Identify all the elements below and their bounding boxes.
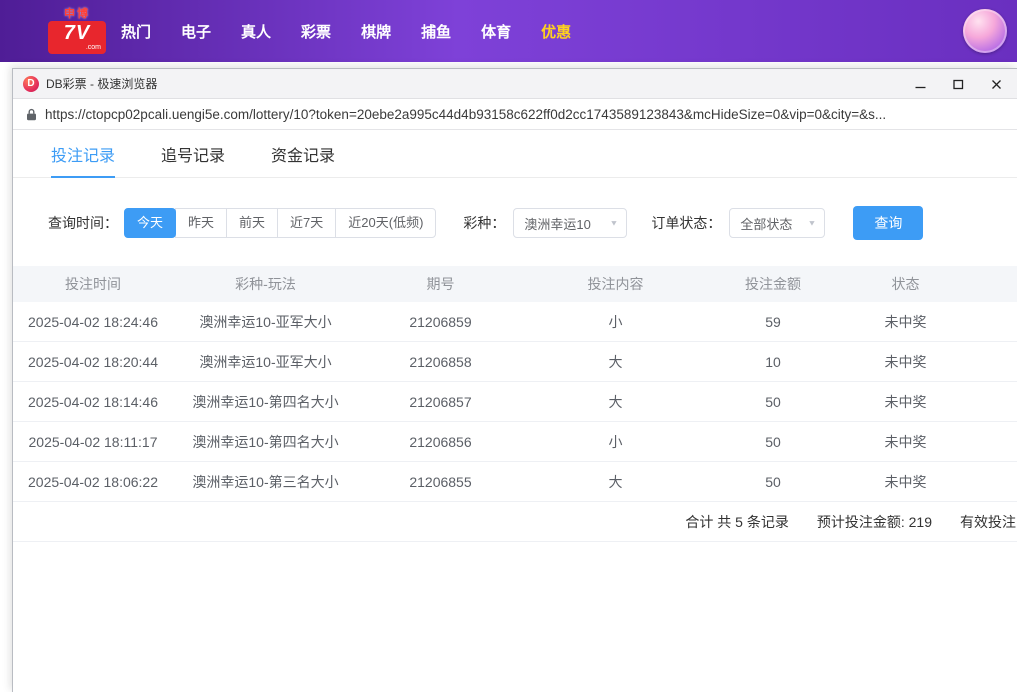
- tab-chase-records[interactable]: 追号记录: [161, 131, 225, 177]
- bet-status: 未中奖: [838, 432, 973, 452]
- nav-item-chess[interactable]: 棋牌: [352, 15, 400, 48]
- user-avatar[interactable]: [963, 9, 1007, 53]
- nav-item-sports[interactable]: 体育: [472, 15, 520, 48]
- table-summary-row: 合计 共 5 条记录 预计投注金额: 219 有效投注: [13, 502, 1017, 542]
- order-status-select[interactable]: 全部状态 ▼: [729, 208, 825, 238]
- bet-play: 澳洲幸运10-亚军大小: [173, 352, 358, 372]
- nav-item-slots[interactable]: 电子: [172, 15, 220, 48]
- lottery-select[interactable]: 澳洲幸运10 ▼: [513, 208, 627, 238]
- bet-amount: 50: [708, 394, 838, 410]
- filter-last-7days[interactable]: 近7天: [277, 208, 336, 238]
- bet-content: 大: [523, 352, 708, 372]
- bet-content: 大: [523, 472, 708, 492]
- bet-play: 澳洲幸运10-第三名大小: [173, 472, 358, 492]
- status-filter-label: 订单状态：: [651, 213, 721, 233]
- maximize-icon: [953, 79, 964, 90]
- bet-amount: 50: [708, 434, 838, 450]
- bet-time: 2025-04-02 18:20:44: [13, 354, 173, 370]
- table-header-row: 投注时间 彩种-玩法 期号 投注内容 投注金额 状态: [13, 266, 1017, 302]
- time-filter-label: 查询时间：: [48, 213, 118, 233]
- bet-status: 未中奖: [838, 352, 973, 372]
- nav-item-fishing[interactable]: 捕鱼: [412, 15, 460, 48]
- maximize-button[interactable]: [939, 69, 977, 99]
- table-row: 2025-04-02 18:24:46 澳洲幸运10-亚军大小 21206859…: [13, 302, 1017, 342]
- bet-amount: 10: [708, 354, 838, 370]
- table-row: 2025-04-02 18:06:22 澳洲幸运10-第三名大小 2120685…: [13, 462, 1017, 502]
- bet-time: 2025-04-02 18:06:22: [13, 474, 173, 490]
- lock-icon: [26, 108, 37, 121]
- site-favicon-icon: D: [23, 76, 39, 92]
- bet-issue: 21206858: [358, 354, 523, 370]
- tab-fund-records[interactable]: 资金记录: [271, 131, 335, 177]
- table-row: 2025-04-02 18:20:44 澳洲幸运10-亚军大小 21206858…: [13, 342, 1017, 382]
- bet-time: 2025-04-02 18:11:17: [13, 434, 173, 450]
- status-select-value: 全部状态: [740, 214, 792, 233]
- lottery-select-value: 澳洲幸运10: [524, 214, 590, 233]
- bet-play: 澳洲幸运10-第四名大小: [173, 392, 358, 412]
- col-header-content: 投注内容: [523, 274, 708, 294]
- bet-play: 澳洲幸运10-第四名大小: [173, 432, 358, 452]
- query-button[interactable]: 查询: [853, 206, 923, 240]
- table-row: 2025-04-02 18:14:46 澳洲幸运10-第四名大小 2120685…: [13, 382, 1017, 422]
- bet-amount: 50: [708, 474, 838, 490]
- chevron-down-icon: ▼: [609, 219, 618, 228]
- nav-item-live[interactable]: 真人: [232, 15, 280, 48]
- url-text[interactable]: https://ctopcp02pcali.uengi5e.com/lotter…: [45, 107, 1003, 122]
- minimize-button[interactable]: [901, 69, 939, 99]
- col-header-play: 彩种-玩法: [173, 274, 358, 294]
- bet-time: 2025-04-02 18:14:46: [13, 394, 173, 410]
- site-logo[interactable]: 申博 7V .com: [48, 8, 106, 54]
- col-header-time: 投注时间: [13, 274, 173, 294]
- bet-issue: 21206856: [358, 434, 523, 450]
- lottery-filter-label: 彩种：: [463, 213, 505, 233]
- bet-play: 澳洲幸运10-亚军大小: [173, 312, 358, 332]
- bet-status: 未中奖: [838, 392, 973, 412]
- chevron-down-icon: ▼: [807, 219, 816, 228]
- bet-content: 大: [523, 392, 708, 412]
- logo-badge: 7V .com: [48, 21, 106, 54]
- address-bar[interactable]: https://ctopcp02pcali.uengi5e.com/lotter…: [13, 99, 1017, 130]
- minimize-icon: [915, 79, 926, 90]
- bet-status: 未中奖: [838, 312, 973, 332]
- close-button[interactable]: [977, 69, 1015, 99]
- top-navbar: 申博 7V .com 热门 电子 真人 彩票 棋牌 捕鱼 体育 优惠: [0, 0, 1017, 62]
- browser-window: D DB彩票 - 极速浏览器 https://ctopcp02pcali.uen…: [12, 68, 1017, 692]
- summary-valid-bet: 有效投注: [960, 512, 1016, 532]
- filter-yesterday[interactable]: 昨天: [175, 208, 227, 238]
- lottery-page: 投注记录 追号记录 资金记录 查询时间： 今天 昨天 前天 近7天 近20天(低…: [13, 131, 1017, 692]
- window-controls: [901, 69, 1015, 99]
- filter-today[interactable]: 今天: [124, 208, 176, 238]
- nav-item-hot[interactable]: 热门: [112, 15, 160, 48]
- bet-issue: 21206857: [358, 394, 523, 410]
- bet-issue: 21206859: [358, 314, 523, 330]
- logo-text-cn: 申博: [48, 8, 106, 21]
- window-titlebar: D DB彩票 - 极速浏览器: [13, 69, 1017, 99]
- bet-amount: 59: [708, 314, 838, 330]
- main-nav: 热门 电子 真人 彩票 棋牌 捕鱼 体育 优惠: [112, 15, 580, 48]
- filter-last-20days[interactable]: 近20天(低频): [335, 208, 436, 238]
- bet-records-table: 投注时间 彩种-玩法 期号 投注内容 投注金额 状态 2025-04-02 18…: [13, 266, 1017, 542]
- bet-issue: 21206855: [358, 474, 523, 490]
- summary-total: 合计 共 5 条记录: [685, 512, 788, 532]
- close-icon: [991, 79, 1002, 90]
- col-header-amount: 投注金额: [708, 274, 838, 294]
- col-header-status: 状态: [838, 274, 973, 294]
- bet-content: 小: [523, 432, 708, 452]
- table-row: 2025-04-02 18:11:17 澳洲幸运10-第四名大小 2120685…: [13, 422, 1017, 462]
- filter-bar: 查询时间： 今天 昨天 前天 近7天 近20天(低频) 彩种： 澳洲幸运10 ▼…: [48, 206, 1017, 240]
- nav-item-promo[interactable]: 优惠: [532, 15, 580, 48]
- record-tabs: 投注记录 追号记录 资金记录: [13, 131, 1017, 178]
- bet-content: 小: [523, 312, 708, 332]
- summary-expected-amount: 预计投注金额: 219: [817, 512, 932, 532]
- logo-text-main: 7V: [53, 23, 101, 43]
- col-header-issue: 期号: [358, 274, 523, 294]
- logo-text-sub: .com: [53, 44, 101, 51]
- nav-item-lottery[interactable]: 彩票: [292, 15, 340, 48]
- time-filter-group: 今天 昨天 前天 近7天 近20天(低频): [124, 208, 436, 238]
- bet-time: 2025-04-02 18:24:46: [13, 314, 173, 330]
- tab-bet-records[interactable]: 投注记录: [51, 131, 115, 177]
- filter-day-before[interactable]: 前天: [226, 208, 278, 238]
- bet-status: 未中奖: [838, 472, 973, 492]
- window-title: DB彩票 - 极速浏览器: [46, 75, 157, 92]
